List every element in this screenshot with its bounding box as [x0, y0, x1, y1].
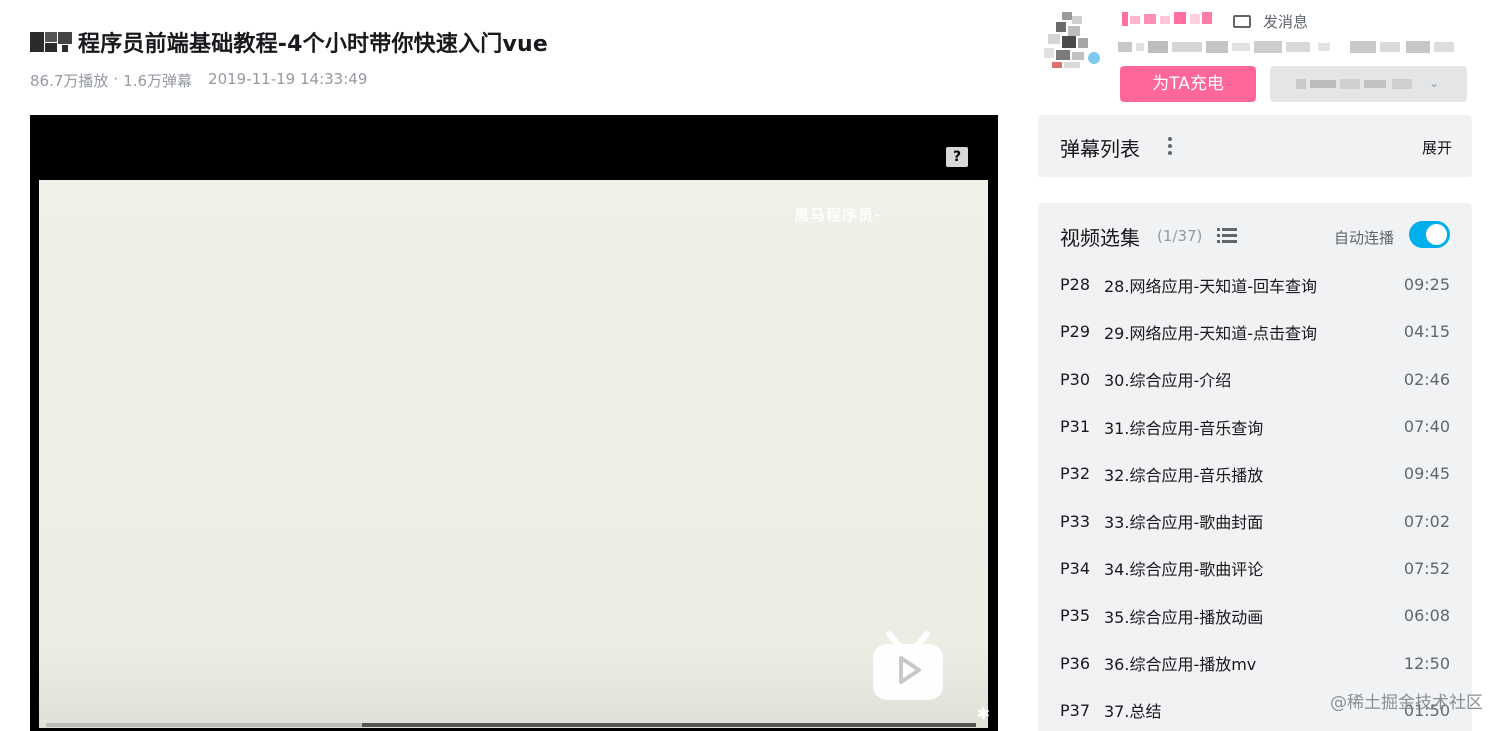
episode-number: P31	[1060, 417, 1091, 437]
video-meta: 86.7万播放 · 1.6万弹幕 2019-11-19 14:33:49	[30, 70, 367, 91]
episode-number: P33	[1060, 511, 1091, 531]
episode-duration: 04:15	[1403, 322, 1450, 342]
episode-number: P30	[1060, 369, 1091, 389]
mail-icon	[1233, 15, 1251, 28]
episode-number: P34	[1060, 558, 1091, 578]
episode-name: 34.综合应用-歌曲评论	[1104, 560, 1264, 580]
episode-item[interactable]: P29 29.网络应用-天知道-点击查询 04:15	[1038, 308, 1472, 355]
episode-name: 31.综合应用-音乐查询	[1104, 418, 1264, 438]
progress-fill	[46, 723, 363, 727]
more-options-icon[interactable]	[1164, 135, 1176, 157]
title-badge-icon	[30, 28, 74, 56]
episode-number: P37	[1060, 700, 1091, 720]
episode-panel-title: 视频选集	[1060, 226, 1140, 250]
episode-item[interactable]: P30 30.综合应用-介绍 02:46	[1038, 356, 1472, 403]
danmaku-title: 弹幕列表	[1060, 137, 1140, 161]
episode-duration: 09:45	[1403, 464, 1450, 484]
episode-name: 32.综合应用-音乐播放	[1104, 465, 1264, 485]
chevron-down-icon: ⌄	[1428, 76, 1439, 90]
episode-name: 35.综合应用-播放动画	[1104, 607, 1264, 627]
episode-duration: 09:25	[1403, 275, 1450, 295]
episode-item[interactable]: P36 36.综合应用-播放mv 12:50	[1038, 639, 1472, 686]
title-row: 程序员前端基础教程-4个小时带你快速入门vue	[30, 26, 548, 58]
follow-label-blurred	[1296, 79, 1412, 89]
episode-item[interactable]: P34 34.综合应用-歌曲评论 07:52	[1038, 545, 1472, 592]
help-icon[interactable]: ?	[946, 147, 968, 167]
progress-bar[interactable]	[46, 723, 976, 727]
publish-date: 2019-11-19 14:33:49	[208, 70, 368, 88]
episode-list: P28 28.网络应用-天知道-回车查询 09:25 P29 29.网络应用-天知道-点…	[1038, 261, 1472, 731]
video-watermark: 黑马程序员-	[794, 206, 882, 224]
bilibili-tv-icon	[873, 631, 943, 700]
autoplay-label: 自动连播	[1334, 229, 1395, 247]
episode-duration: 12:50	[1403, 653, 1450, 673]
episode-name: 29.网络应用-天知道-点击查询	[1104, 323, 1317, 343]
episode-number: P35	[1060, 606, 1091, 626]
send-message-link[interactable]: 发消息	[1233, 11, 1308, 32]
send-message-label: 发消息	[1263, 13, 1309, 31]
danmaku-panel: 弹幕列表 展开	[1038, 115, 1472, 177]
episode-number: P32	[1060, 464, 1091, 484]
episode-name: 28.网络应用-天知道-回车查询	[1104, 276, 1317, 296]
pin-icon[interactable]: ✱	[977, 704, 990, 723]
charge-button[interactable]: 为TA充电	[1120, 66, 1256, 102]
episode-duration: 07:02	[1403, 511, 1450, 531]
episode-name: 33.综合应用-歌曲封面	[1104, 513, 1264, 533]
uploader-description	[1118, 41, 1454, 53]
video-title: 程序员前端基础教程-4个小时带你快速入门vue	[78, 32, 548, 57]
expand-button[interactable]: 展开	[1422, 137, 1452, 158]
episode-count: (1/37)	[1157, 227, 1203, 245]
site-watermark: @稀土掘金技术社区	[1330, 693, 1483, 713]
follow-button[interactable]: ⌄	[1270, 66, 1467, 102]
meta-separator: ·	[113, 70, 119, 88]
episode-item[interactable]: P33 33.综合应用-歌曲封面 07:02	[1038, 497, 1472, 544]
episode-duration: 07:40	[1403, 417, 1450, 437]
list-view-icon[interactable]	[1217, 228, 1237, 243]
view-count: 86.7万播放	[30, 72, 109, 90]
video-player[interactable]: ? 黑马程序员- ✱	[30, 115, 998, 731]
toggle-knob	[1426, 224, 1447, 245]
episode-name: 30.综合应用-介绍	[1104, 371, 1232, 391]
video-frame[interactable]: 黑马程序员-	[39, 180, 988, 728]
danmaku-count: 1.6万弹幕	[123, 72, 193, 90]
episode-panel: 视频选集 (1/37) 自动连播 P28 28.网络应用-天知道-回车查询 09:2…	[1038, 203, 1472, 731]
episode-duration: 07:52	[1403, 558, 1450, 578]
uploader-name[interactable]	[1122, 10, 1217, 30]
episode-item[interactable]: P31 31.综合应用-音乐查询 07:40	[1038, 403, 1472, 450]
uploader-avatar[interactable]	[1042, 12, 1102, 70]
episode-name: 36.综合应用-播放mv	[1104, 655, 1257, 675]
episode-duration: 02:46	[1403, 369, 1450, 389]
episode-item[interactable]: P28 28.网络应用-天知道-回车查询 09:25	[1038, 261, 1472, 308]
episode-item[interactable]: P32 32.综合应用-音乐播放 09:45	[1038, 450, 1472, 497]
autoplay-toggle[interactable]	[1409, 221, 1450, 248]
episode-number: P36	[1060, 653, 1091, 673]
episode-item[interactable]: P35 35.综合应用-播放动画 06:08	[1038, 592, 1472, 639]
episode-number: P29	[1060, 322, 1091, 342]
episode-number: P28	[1060, 275, 1091, 295]
episode-duration: 06:08	[1403, 606, 1450, 626]
